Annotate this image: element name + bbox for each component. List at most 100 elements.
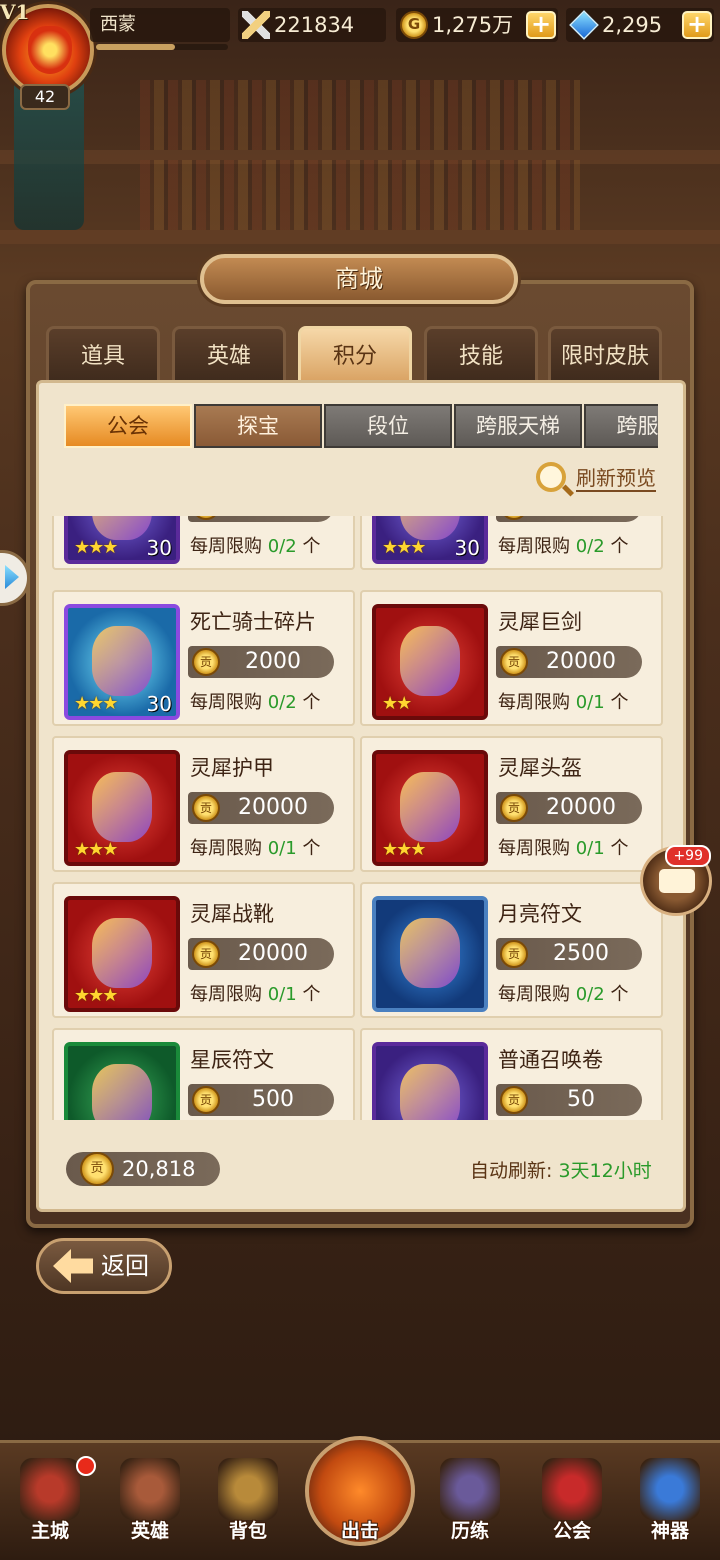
nav-label: 出击 [340,1520,379,1542]
limit-unit: 个 [610,692,629,713]
shop-item-card[interactable]: ★★★ 灵犀护甲贡 20000 每周限购 0/1 个 [52,736,355,872]
item-price[interactable]: 贡 2500 [496,938,642,970]
tab-points[interactable]: 积分 [298,326,412,384]
purchase-limit: 每周限购 0/2 个 [190,532,320,558]
top-bar: V1 42 西蒙 221834 G 1,275万 + 2,295 + [0,0,720,110]
hero-icon [120,1458,180,1520]
limit-prefix: 每周限购 [498,984,570,1005]
item-price[interactable]: 贡 2000 [496,516,642,522]
limit-prefix: 每周限购 [498,536,570,557]
chat-button[interactable]: +99 [640,845,712,916]
item-count: 30 [146,536,172,560]
notification-dot [76,1456,96,1476]
nav-trial-tower[interactable]: 历练 [428,1452,512,1556]
subtab-rank[interactable]: 段位 [324,404,452,448]
castle-icon [20,1458,80,1520]
limit-value: 0/1 [267,838,297,859]
guild-points-balance: 贡 20,818 [66,1152,220,1186]
purchase-limit: 每周限购 0/1 个 [498,834,628,860]
exp-bar [96,44,228,50]
tab-skills[interactable]: 技能 [424,326,538,384]
shop-item-card[interactable]: ★★★ 灵犀头盔贡 20000 每周限购 0/1 个 [360,736,663,872]
nav-castle[interactable]: 主城 [8,1452,96,1556]
limit-value: 0/1 [267,984,297,1005]
shop-item-card[interactable]: 月亮符文贡 2500 每周限购 0/2 个 [360,882,663,1018]
guild-coin-icon: 贡 [192,794,220,822]
refresh-preview-label: 刷新预览 [576,466,656,492]
subtab-treasure[interactable]: 探宝 [194,404,322,448]
guild-coin-icon: 贡 [80,1152,114,1186]
tab-items[interactable]: 道具 [46,326,160,384]
refresh-preview-button[interactable]: 刷新预览 [534,460,670,498]
subtab-cross-ladder[interactable]: 跨服天梯 [454,404,582,448]
demon-portrait-icon [28,26,72,74]
background-books [140,80,580,150]
nav-label: 公会 [552,1520,591,1542]
shop-item-card[interactable]: ★★★ 30 死亡骑士碎片贡 2000 每周限购 0/2 个 [52,590,355,726]
nav-label: 神器 [650,1520,689,1542]
background-books [140,160,580,230]
balance-value: 20,818 [122,1157,196,1181]
item-image [400,918,460,988]
item-image [400,772,460,842]
item-icon: ★★★ 30 [64,604,180,720]
item-price[interactable]: 贡 2000 [188,646,334,678]
nav-guild-shield[interactable]: 公会 [530,1452,614,1556]
item-price[interactable]: 贡 500 [188,1084,334,1116]
item-price-value: 20000 [238,941,308,966]
shop-item-card[interactable]: ★★★ 灵犀战靴贡 20000 每周限购 0/1 个 [52,882,355,1018]
subtab-guild[interactable]: 公会 [64,404,192,448]
nav-backpack[interactable]: 背包 [206,1452,290,1556]
nav-label: 英雄 [130,1520,169,1542]
background-shelf [0,230,720,244]
limit-value: 0/2 [575,536,605,557]
subtab-cross-arena[interactable]: 跨服竞 [584,404,658,448]
purchase-limit: 每周限购 0/1 个 [190,834,320,860]
shop-item-card[interactable]: 星辰符文贡 500 [52,1028,355,1120]
shop-item-card[interactable]: ★★★ 30 贡 2000 每周限购 0/2 个 [360,516,663,570]
shop-item-card[interactable]: 普通召唤卷贡 50 [360,1028,663,1120]
add-gem-button[interactable]: + [682,11,712,39]
shop-item-card[interactable]: ★★ 灵犀巨剑贡 20000 每周限购 0/1 个 [360,590,663,726]
item-price[interactable]: 贡 20000 [496,792,642,824]
item-image [92,918,152,988]
back-button[interactable]: 返回 [36,1238,172,1294]
limit-value: 0/1 [575,692,605,713]
chat-badge: +99 [665,845,711,867]
item-icon [372,896,488,1012]
limit-unit: 个 [302,838,321,859]
tab-limited-skins[interactable]: 限时皮肤 [548,326,662,384]
gold-display: G 1,275万 + [396,8,558,42]
gem-value: 2,295 [602,13,663,37]
limit-prefix: 每周限购 [190,838,262,859]
item-price-value: 1500 [245,516,301,518]
tab-heroes[interactable]: 英雄 [172,326,286,384]
add-gold-button[interactable]: + [526,11,556,39]
item-icon [64,1042,180,1120]
limit-unit: 个 [302,984,321,1005]
nav-artifact[interactable]: 神器 [628,1452,712,1556]
item-price[interactable]: 贡 20000 [188,938,334,970]
shop-item-card[interactable]: ★★★ 30 贡 1500 每周限购 0/2 个 [52,516,355,570]
nav-label: 背包 [228,1520,267,1542]
magnifier-icon [536,462,566,492]
item-grid[interactable]: ★★★ 30 贡 1500 每周限购 0/2 个 ★★★ 30 贡 2000 每周限购 0/2 个… [52,516,668,1120]
item-price[interactable]: 贡 20000 [188,792,334,824]
guild-shield-icon [542,1458,602,1520]
item-name: 死亡骑士碎片 [190,610,316,634]
limit-unit: 个 [610,838,629,859]
limit-unit: 个 [302,536,321,557]
nav-hero[interactable]: 英雄 [108,1452,192,1556]
nav-crossed-swords[interactable]: 出击 [305,1436,415,1546]
item-price[interactable]: 贡 50 [496,1084,642,1116]
item-price-value: 20000 [238,795,308,820]
star-rating: ★★ [382,693,412,714]
item-icon: ★★★ [64,896,180,1012]
item-price[interactable]: 贡 20000 [496,646,642,678]
purchase-limit: 每周限购 0/1 个 [498,688,628,714]
nav-label: 主城 [30,1520,69,1542]
guild-coin-icon: 贡 [192,516,220,520]
item-price[interactable]: 贡 1500 [188,516,334,522]
guild-coin-icon: 贡 [500,516,528,520]
item-price-value: 2500 [553,941,609,966]
